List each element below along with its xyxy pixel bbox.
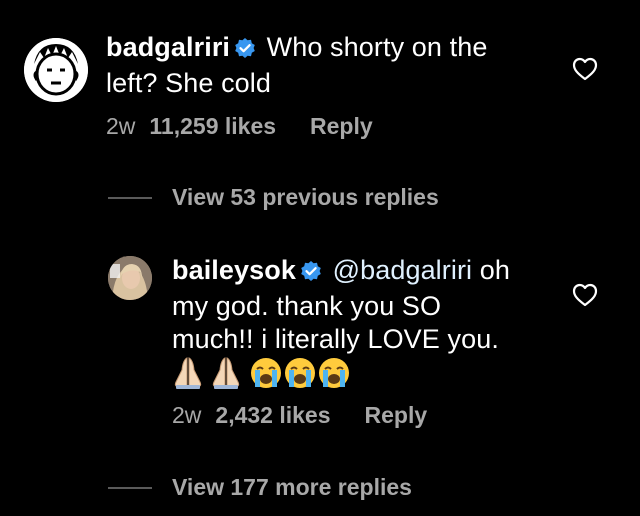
folded-hands-icon (174, 357, 202, 389)
avatar[interactable] (24, 38, 88, 102)
like-heart-icon[interactable] (572, 57, 598, 86)
reply-timestamp: 2w (172, 402, 202, 428)
loudly-crying-face-icon (285, 358, 315, 388)
loudly-crying-face-icon (319, 358, 349, 388)
comment-text: badgalriri Who shorty on the left? She c… (106, 31, 487, 100)
emoji-row (172, 356, 422, 398)
divider-line (108, 486, 152, 489)
view-previous-replies-button[interactable]: View 53 previous replies (108, 184, 439, 211)
comment-text-line1: Who shorty on the (266, 32, 488, 62)
comment-reply-button[interactable]: Reply (310, 113, 373, 140)
cartoon-face-avatar-icon (24, 38, 88, 102)
verified-badge-icon (300, 257, 322, 290)
reply-meta: 2w 2,432 likes Reply (172, 402, 427, 429)
profile-photo-avatar-icon (108, 256, 152, 300)
reply-username[interactable]: baileysok (172, 255, 296, 285)
reply-like-heart-icon[interactable] (572, 283, 598, 312)
loudly-crying-face-icon (251, 358, 281, 388)
folded-hands-icon (212, 357, 240, 389)
view-more-replies-label: View 177 more replies (172, 474, 412, 500)
view-previous-replies-label: View 53 previous replies (172, 184, 439, 210)
mention-link[interactable]: @badgalriri (333, 255, 473, 285)
divider-line (108, 196, 152, 199)
reply-likes[interactable]: 2,432 likes (215, 402, 330, 429)
reply-text: baileysok @badgalriri oh my god. thank y… (172, 254, 510, 398)
reply-text-line1: oh (479, 255, 511, 285)
reply-reply-button[interactable]: Reply (365, 402, 428, 429)
reply-text-line2: my god. thank you SO (172, 291, 442, 321)
verified-badge-icon (234, 34, 256, 67)
comment-username[interactable]: badgalriri (106, 32, 230, 62)
reply-avatar[interactable] (108, 256, 152, 300)
comment-text-line2: left? She cold (106, 68, 272, 98)
comment-meta: 2w 11,259 likes Reply (106, 113, 373, 140)
reply-text-line3: much!! i literally LOVE you. (172, 324, 499, 354)
comment-timestamp: 2w (106, 113, 136, 139)
comment-likes[interactable]: 11,259 likes (149, 113, 276, 140)
view-more-replies-button[interactable]: View 177 more replies (108, 474, 412, 501)
